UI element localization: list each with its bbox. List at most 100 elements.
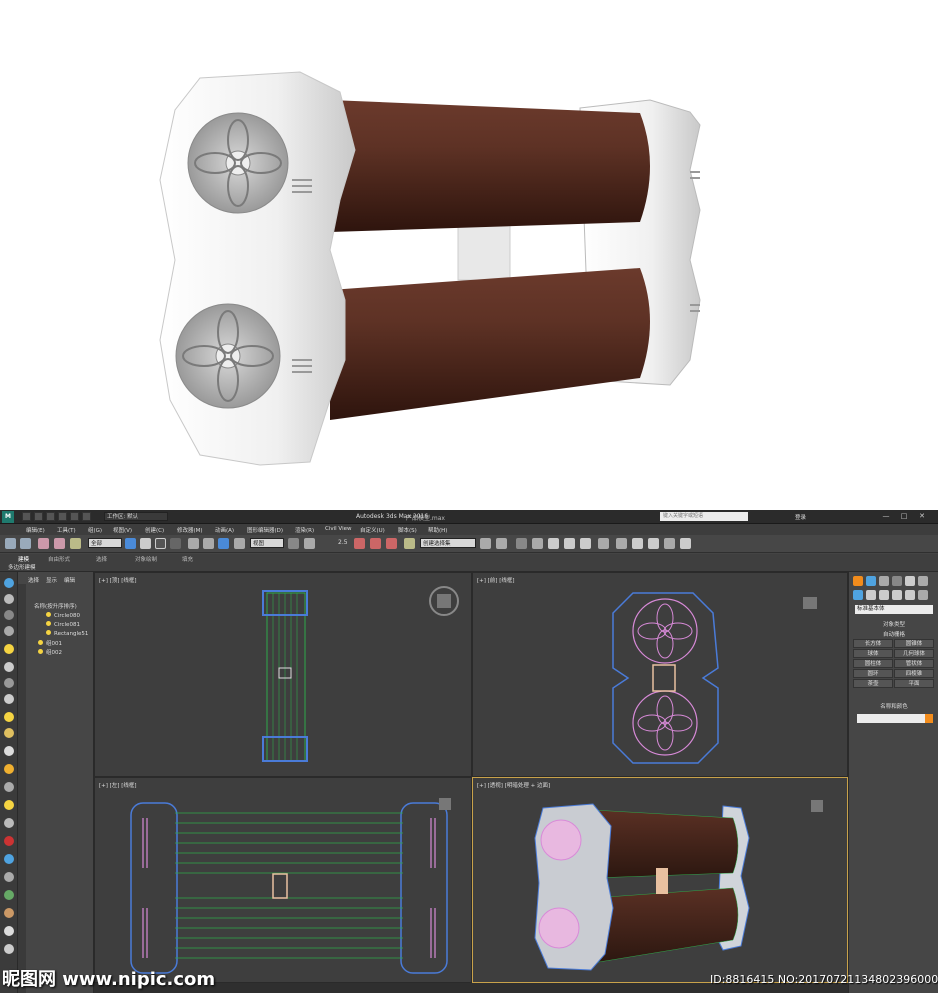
helper-filter-icon[interactable] bbox=[4, 712, 14, 722]
select-object-icon[interactable] bbox=[125, 538, 136, 549]
link-icon[interactable] bbox=[38, 538, 49, 549]
undo-icon[interactable] bbox=[5, 538, 16, 549]
search-input[interactable]: 键入关键字或短语 bbox=[660, 512, 748, 521]
undo-quick-icon[interactable] bbox=[58, 512, 67, 521]
unlink-icon[interactable] bbox=[54, 538, 65, 549]
rect-selection-icon[interactable] bbox=[155, 538, 166, 549]
tab-select[interactable]: 选择 bbox=[28, 578, 39, 584]
motion-tab-icon[interactable] bbox=[892, 576, 902, 586]
motion-icon[interactable] bbox=[4, 854, 14, 864]
render-frame-icon[interactable] bbox=[616, 538, 627, 549]
render-setup-icon[interactable] bbox=[598, 538, 609, 549]
menu-help[interactable]: 帮助(H) bbox=[428, 526, 447, 534]
move-icon[interactable] bbox=[188, 538, 199, 549]
redo-icon[interactable] bbox=[20, 538, 31, 549]
ref-coord-select[interactable]: 视图 bbox=[250, 538, 284, 548]
material-editor-icon[interactable] bbox=[580, 538, 591, 549]
cone-button[interactable]: 圆锥体 bbox=[894, 639, 934, 648]
menu-graph-editors[interactable]: 图形编辑器(D) bbox=[247, 526, 283, 534]
window-crossing-icon[interactable] bbox=[170, 538, 181, 549]
maximize-button[interactable]: □ bbox=[898, 512, 910, 521]
tab-display[interactable]: 显示 bbox=[46, 578, 57, 584]
camera-filter-icon[interactable] bbox=[4, 694, 14, 704]
geometry-type-select[interactable]: 标准基本体 bbox=[855, 605, 933, 614]
lights-category-icon[interactable] bbox=[879, 590, 889, 600]
menu-animation[interactable]: 动画(A) bbox=[215, 526, 234, 534]
cameras-category-icon[interactable] bbox=[892, 590, 902, 600]
modify-tab-icon[interactable] bbox=[866, 576, 876, 586]
angle-snap-icon[interactable] bbox=[354, 538, 365, 549]
viewport-left[interactable]: [+] [左] [线框] bbox=[94, 777, 472, 983]
new-file-icon[interactable] bbox=[22, 512, 31, 521]
layer-icon[interactable] bbox=[4, 610, 14, 620]
tube-button[interactable]: 管状体 bbox=[894, 659, 934, 668]
menu-rendering[interactable]: 渲染(R) bbox=[295, 526, 314, 534]
object-type-rollout[interactable]: 对象类型 bbox=[853, 620, 935, 628]
scale-icon[interactable] bbox=[218, 538, 229, 549]
light-bulb-icon[interactable] bbox=[46, 612, 51, 617]
utilities-icon[interactable] bbox=[4, 890, 14, 900]
object-color-swatch[interactable] bbox=[925, 714, 933, 723]
cylinder-button[interactable]: 圆柱体 bbox=[853, 659, 893, 668]
scene-row[interactable]: 组002 bbox=[38, 648, 62, 656]
tab-populate[interactable]: 填充 bbox=[182, 555, 193, 563]
scene-sort-header[interactable]: 名称(按升序排序) bbox=[34, 602, 77, 610]
scene-row[interactable]: Rectangle51 bbox=[46, 630, 88, 637]
ribbon-toggle-icon[interactable] bbox=[532, 538, 543, 549]
helpers-category-icon[interactable] bbox=[905, 590, 915, 600]
tab-selection[interactable]: 选择 bbox=[96, 555, 107, 563]
viewport-perspective-label[interactable]: [+] [透视] [明暗处理 + 边面] bbox=[477, 781, 550, 789]
edit-named-selection-icon[interactable] bbox=[404, 538, 415, 549]
display-filter-icon[interactable] bbox=[4, 594, 14, 604]
select-manipulate-icon[interactable] bbox=[304, 538, 315, 549]
render-teapot-icon[interactable] bbox=[648, 538, 659, 549]
light-bulb-icon[interactable] bbox=[38, 649, 43, 654]
snap-toggle[interactable]: 2.5 bbox=[338, 539, 348, 546]
container-icon[interactable] bbox=[4, 908, 14, 918]
align-icon[interactable] bbox=[496, 538, 507, 549]
app-logo-icon[interactable]: M bbox=[2, 511, 14, 523]
display-icon[interactable] bbox=[4, 872, 14, 882]
light-bulb-icon[interactable] bbox=[46, 630, 51, 635]
light-bulb-icon[interactable] bbox=[46, 621, 51, 626]
object-name-field[interactable] bbox=[857, 714, 925, 723]
shapes-category-icon[interactable] bbox=[866, 590, 876, 600]
select-place-icon[interactable] bbox=[234, 538, 245, 549]
redo-quick-icon[interactable] bbox=[70, 512, 79, 521]
settings-icon[interactable] bbox=[4, 944, 14, 954]
rotate-icon[interactable] bbox=[203, 538, 214, 549]
bind-spacewarp-icon[interactable] bbox=[70, 538, 81, 549]
pivot-center-icon[interactable] bbox=[288, 538, 299, 549]
scene-explorer-icon[interactable] bbox=[4, 578, 14, 588]
workspace-select[interactable]: 工作区: 默认 bbox=[104, 512, 168, 521]
viewport-left-label[interactable]: [+] [左] [线框] bbox=[99, 781, 136, 789]
render-iterative-icon[interactable] bbox=[664, 538, 675, 549]
plane-button[interactable]: 平面 bbox=[894, 679, 934, 688]
tab-edit[interactable]: 编辑 bbox=[64, 578, 75, 584]
curve-editor-icon[interactable] bbox=[548, 538, 559, 549]
viewport-top[interactable]: [+] [顶] [线框] bbox=[94, 572, 472, 777]
group-filter-icon[interactable] bbox=[4, 746, 14, 756]
menu-customize[interactable]: 自定义(U) bbox=[360, 526, 385, 534]
project-folder-icon[interactable] bbox=[82, 512, 91, 521]
spacewarp-filter-icon[interactable] bbox=[4, 728, 14, 738]
select-by-name-icon[interactable] bbox=[140, 538, 151, 549]
box-button[interactable]: 长方体 bbox=[853, 639, 893, 648]
hierarchy-tab-icon[interactable] bbox=[879, 576, 889, 586]
geosphere-button[interactable]: 几何球体 bbox=[894, 649, 934, 658]
layer-explorer-icon[interactable] bbox=[516, 538, 527, 549]
menu-views[interactable]: 视图(V) bbox=[113, 526, 132, 534]
utilities-tab-icon[interactable] bbox=[918, 576, 928, 586]
sort-icon[interactable] bbox=[4, 626, 14, 636]
render-production-icon[interactable] bbox=[632, 538, 643, 549]
sphere-icon[interactable] bbox=[4, 926, 14, 936]
pyramid-button[interactable]: 四棱锥 bbox=[894, 669, 934, 678]
scene-row[interactable]: Circle081 bbox=[46, 621, 80, 628]
viewport-front[interactable]: [+] [前] [线框] bbox=[472, 572, 848, 777]
create-tab-icon[interactable] bbox=[853, 576, 863, 586]
selection-filter-select[interactable]: 全部 bbox=[88, 538, 122, 548]
frozen-filter-icon[interactable] bbox=[4, 818, 14, 828]
scene-row[interactable]: Circle080 bbox=[46, 612, 80, 619]
open-file-icon[interactable] bbox=[34, 512, 43, 521]
xref-filter-icon[interactable] bbox=[4, 782, 14, 792]
